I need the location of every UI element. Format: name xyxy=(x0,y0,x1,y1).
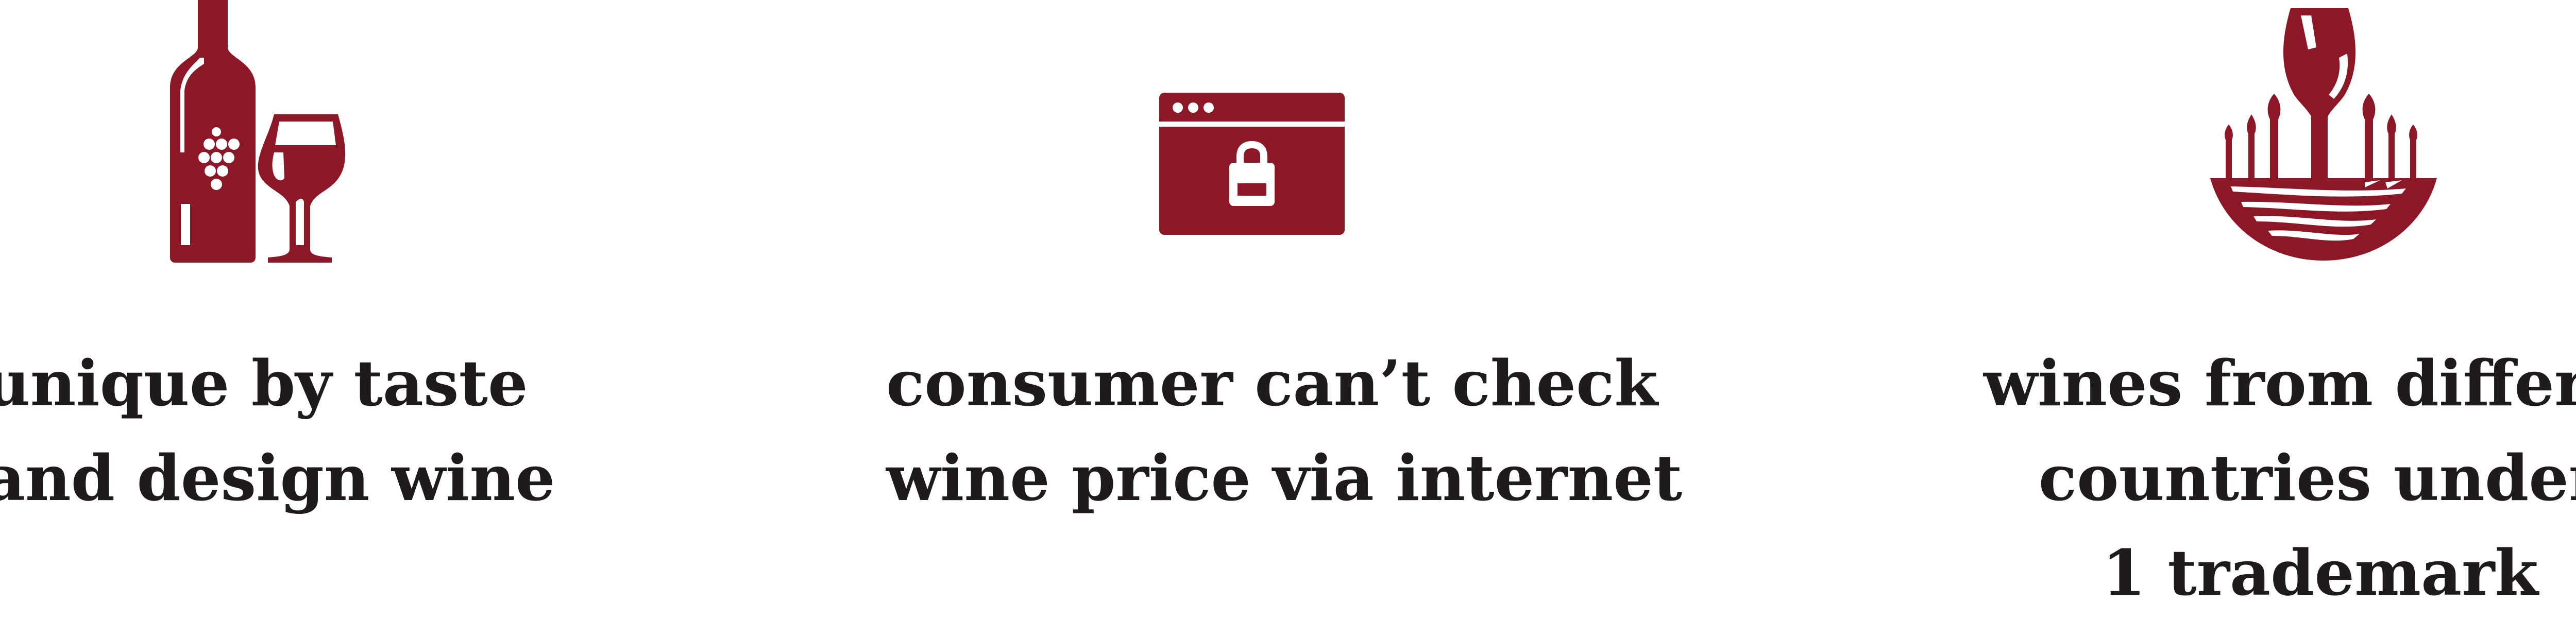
feature-caption: consumer can’t check wine price via inte… xyxy=(886,336,1683,525)
caption-line: wines from different xyxy=(1984,346,2576,420)
feature-unique-wine: unique by taste and design wine xyxy=(0,0,555,592)
wine-bottle-and-glass-icon xyxy=(170,0,346,263)
feature-caption: unique by taste and design wine xyxy=(0,336,555,525)
caption-line: unique by taste xyxy=(0,346,528,420)
wine-glass-vineyard-icon xyxy=(2210,8,2437,261)
caption-line: countries under xyxy=(2038,441,2576,515)
feature-many-countries: wines from different countries under 1 t… xyxy=(1984,0,2576,610)
feature-caption: wines from different countries under 1 t… xyxy=(1984,336,2576,620)
caption-line: consumer can’t check xyxy=(886,346,1658,420)
feature-price-check: consumer can’t check wine price via inte… xyxy=(886,0,1683,592)
caption-line: wine price via internet xyxy=(886,441,1683,515)
browser-lock-icon xyxy=(1159,93,1345,235)
caption-line: 1 trademark xyxy=(2102,536,2538,610)
caption-line: and design wine xyxy=(0,441,555,515)
